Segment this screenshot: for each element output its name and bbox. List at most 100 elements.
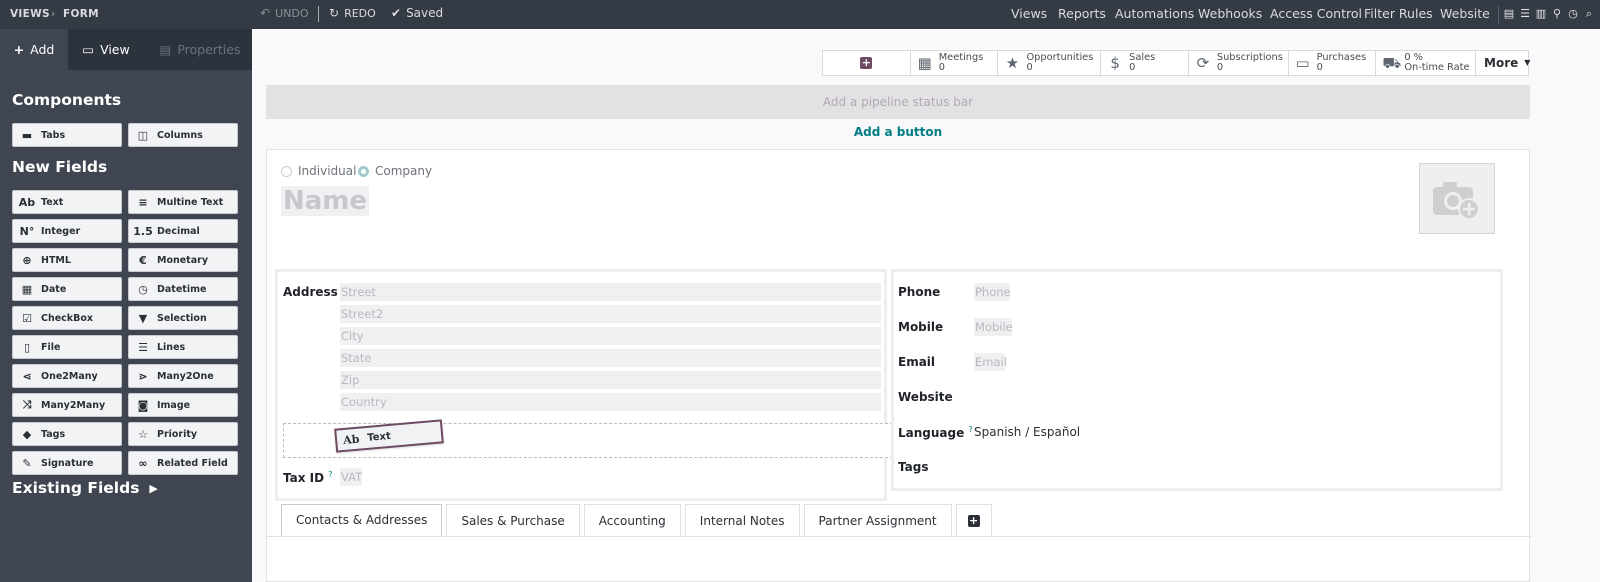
- tax-id-label: Tax ID ?: [283, 470, 333, 485]
- phone-field[interactable]: Phone: [974, 283, 1011, 301]
- tabs-icon: ▬: [21, 128, 33, 142]
- subscriptions-button[interactable]: ⟳ Subscriptions 0: [1189, 51, 1289, 75]
- name-field[interactable]: Name: [281, 186, 370, 216]
- breadcrumb-current: FORM: [63, 8, 99, 20]
- monetary-icon: €: [139, 253, 147, 267]
- field-decimal[interactable]: 1.5 Decimal: [128, 219, 238, 243]
- tab-accounting[interactable]: Accounting: [583, 504, 681, 536]
- meetings-button[interactable]: ▦ Meetings 0: [911, 51, 999, 75]
- more-dropdown[interactable]: More ▼: [1476, 51, 1530, 75]
- vat-field[interactable]: VAT: [340, 468, 362, 486]
- undo-icon: ↶: [260, 6, 271, 20]
- many2many-icon: ⤨: [22, 398, 32, 411]
- list-view-icon[interactable]: ☰: [1519, 7, 1531, 20]
- plus-square-icon: +: [860, 56, 873, 69]
- field-text[interactable]: Ab Text: [12, 190, 122, 214]
- contact-group: Phone Phone Mobile Mobile Email Email We…: [891, 269, 1503, 491]
- purchases-button[interactable]: ▭ Purchases 0: [1289, 51, 1377, 75]
- kanban-view-icon[interactable]: ▥: [1535, 7, 1547, 20]
- state-field[interactable]: State: [340, 349, 881, 367]
- redo-button[interactable]: ↻ REDO: [329, 6, 376, 20]
- add-button-link[interactable]: Add a button: [266, 125, 1530, 143]
- help-icon[interactable]: ?: [968, 425, 972, 434]
- sliders-icon: ▤: [159, 42, 172, 57]
- help-icon[interactable]: ?: [328, 470, 332, 479]
- form-view-icon[interactable]: ▤: [1503, 7, 1515, 20]
- field-selection[interactable]: ▼ Selection: [128, 306, 238, 330]
- country-field[interactable]: Country: [340, 393, 881, 411]
- menu-webhooks[interactable]: Webhooks: [1198, 6, 1262, 21]
- divider: [318, 6, 319, 22]
- menu-website[interactable]: Website: [1440, 6, 1490, 21]
- image-upload[interactable]: [1419, 163, 1495, 234]
- tab-partner-assignment[interactable]: Partner Assignment: [803, 504, 952, 536]
- existing-fields-toggle[interactable]: Existing Fields ▶: [12, 479, 158, 497]
- field-file[interactable]: ▯ File: [12, 335, 122, 359]
- search-icon[interactable]: ⌕: [1583, 7, 1595, 20]
- date-icon: ▦: [21, 282, 33, 296]
- phone-label: Phone: [898, 285, 941, 299]
- website-label: Website: [898, 390, 953, 404]
- add-tab-button[interactable]: +: [955, 504, 992, 536]
- dollar-icon: $: [1110, 54, 1120, 72]
- tab-contacts-addresses[interactable]: Contacts & Addresses: [281, 504, 443, 536]
- notebook-tabs: Contacts & Addresses Sales & Purchase Ac…: [281, 504, 992, 536]
- component-columns[interactable]: ◫ Columns: [128, 123, 238, 147]
- radio-individual[interactable]: Individual: [281, 164, 356, 178]
- mobile-field[interactable]: Mobile: [974, 318, 1013, 336]
- field-html[interactable]: ⊕ HTML: [12, 248, 122, 272]
- menu-reports[interactable]: Reports: [1058, 6, 1106, 21]
- refresh-icon: ⟳: [1196, 54, 1210, 72]
- zip-field[interactable]: Zip: [340, 371, 881, 389]
- field-integer[interactable]: N° Integer: [12, 219, 122, 243]
- field-lines[interactable]: ☰ Lines: [128, 335, 238, 359]
- field-date[interactable]: ▦ Date: [12, 277, 122, 301]
- undo-button[interactable]: ↶ UNDO: [260, 6, 308, 20]
- tab-internal-notes[interactable]: Internal Notes: [684, 504, 800, 536]
- text-field-icon: Ab: [342, 432, 360, 447]
- add-smart-button[interactable]: +: [823, 51, 911, 75]
- monitor-icon: ▭: [82, 42, 95, 57]
- field-one2many[interactable]: ⋖ One2Many: [12, 364, 122, 388]
- on-time-rate-button[interactable]: ⛟ 0 % On-time Rate: [1376, 51, 1477, 75]
- field-many2one[interactable]: ⋗ Many2One: [128, 364, 238, 388]
- sales-button[interactable]: $ Sales 0: [1101, 51, 1189, 75]
- new-fields-heading: New Fields: [12, 158, 108, 176]
- add-pipeline-status-bar[interactable]: Add a pipeline status bar: [266, 85, 1530, 119]
- opportunities-button[interactable]: ★ Opportunities 0: [998, 51, 1102, 75]
- field-datetime[interactable]: ◷ Datetime: [128, 277, 238, 301]
- radio-company[interactable]: Company: [358, 164, 432, 178]
- menu-automations[interactable]: Automations: [1115, 6, 1194, 21]
- field-checkbox[interactable]: ☑ CheckBox: [12, 306, 122, 330]
- field-image[interactable]: ◙ Image: [128, 393, 238, 417]
- credit-card-icon: ▭: [1295, 54, 1310, 72]
- field-multine-text[interactable]: ≡ Multine Text: [128, 190, 238, 214]
- city-field[interactable]: City: [340, 327, 881, 345]
- multine-text-icon: ≡: [138, 195, 148, 209]
- breadcrumb-views[interactable]: VIEWS: [10, 8, 50, 20]
- tab-properties[interactable]: ▤ Properties: [150, 29, 250, 70]
- tab-view[interactable]: ▭ View: [68, 29, 144, 70]
- tab-add[interactable]: + Add: [0, 29, 68, 70]
- language-value[interactable]: Spanish / Español: [974, 425, 1080, 439]
- menu-access-control[interactable]: Access Control: [1270, 6, 1362, 21]
- field-signature[interactable]: ✎ Signature: [12, 451, 122, 475]
- component-tabs[interactable]: ▬ Tabs: [12, 123, 122, 147]
- clock-icon[interactable]: ◷: [1567, 7, 1579, 20]
- menu-views[interactable]: Views: [1011, 6, 1047, 21]
- tab-sales-purchase[interactable]: Sales & Purchase: [446, 504, 580, 536]
- street2-field[interactable]: Street2: [340, 305, 881, 323]
- tags-icon: ◆: [22, 427, 32, 441]
- field-many2many[interactable]: ⤨ Many2Many: [12, 393, 122, 417]
- radio-dot: [281, 165, 292, 177]
- field-tags[interactable]: ◆ Tags: [12, 422, 122, 446]
- field-priority[interactable]: ☆ Priority: [128, 422, 238, 446]
- plus-square-icon: +: [967, 513, 980, 527]
- email-field[interactable]: Email: [974, 353, 1007, 371]
- form-view-editor: + ▦ Meetings 0 ★ Opportunities 0 $ Sales 0 …: [252, 29, 1600, 582]
- street-field[interactable]: Street: [340, 283, 881, 301]
- menu-filter-rules[interactable]: Filter Rules: [1364, 6, 1433, 21]
- map-pin-icon[interactable]: ⚲: [1551, 7, 1563, 20]
- field-monetary[interactable]: € Monetary: [128, 248, 238, 272]
- field-related-field[interactable]: ∞ Related Field: [128, 451, 238, 475]
